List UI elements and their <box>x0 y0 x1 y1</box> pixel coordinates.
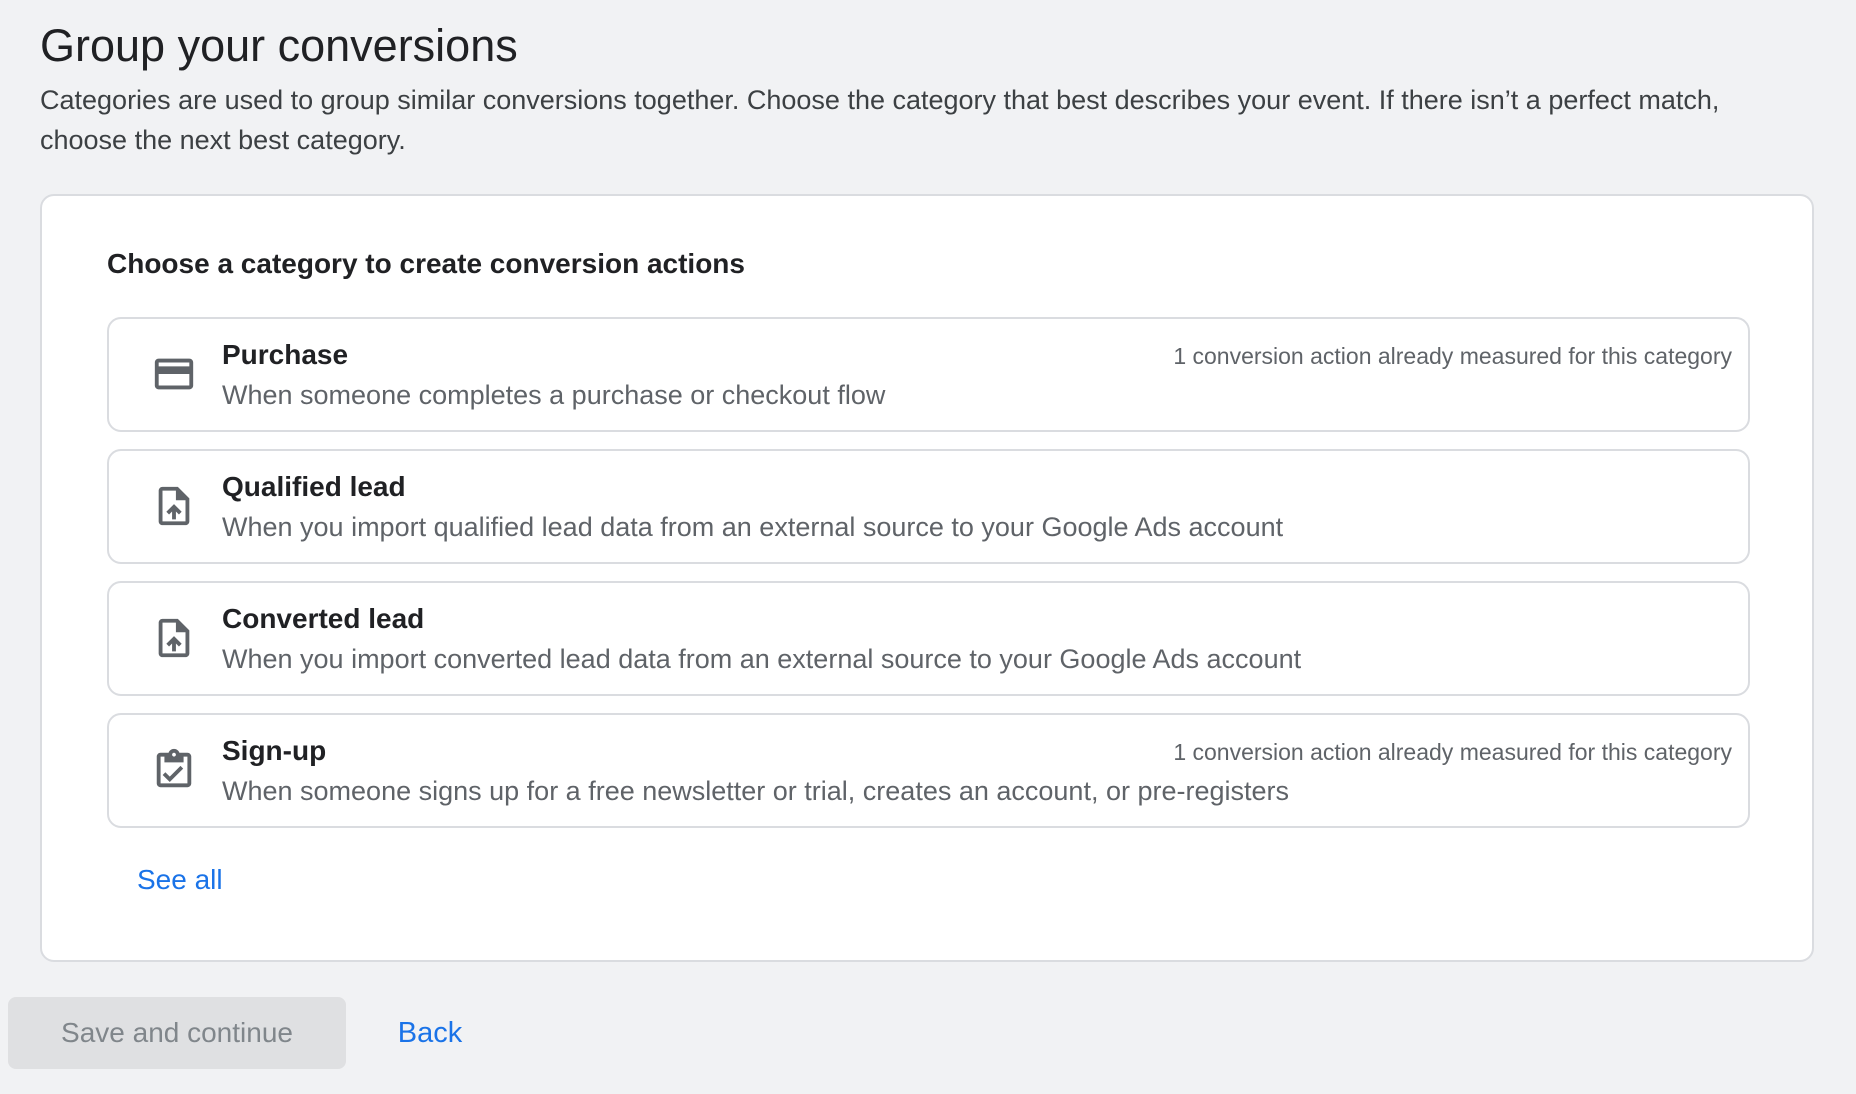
back-button[interactable]: Back <box>370 997 490 1069</box>
card-title: Choose a category to create conversion a… <box>107 248 745 279</box>
option-description: When someone signs up for a free newslet… <box>222 776 1290 806</box>
option-title: Sign-up <box>222 735 327 766</box>
category-option-purchase[interactable]: Purchase When someone completes a purcha… <box>107 317 1750 432</box>
category-option-qualified-lead[interactable]: Qualified lead When you import qualified… <box>107 449 1750 564</box>
save-and-continue-button[interactable]: Save and continue <box>8 997 346 1069</box>
clipboard-check-icon <box>151 747 197 793</box>
option-description: When you import converted lead data from… <box>222 644 1302 674</box>
option-description: When someone completes a purchase or che… <box>222 380 886 410</box>
credit-card-icon <box>151 351 197 397</box>
category-card: Choose a category to create conversion a… <box>40 194 1814 962</box>
category-options: Purchase When someone completes a purcha… <box>107 317 1750 845</box>
option-description: When you import qualified lead data from… <box>222 512 1284 542</box>
category-option-converted-lead[interactable]: Converted lead When you import converted… <box>107 581 1750 696</box>
file-upload-icon <box>151 615 197 661</box>
page-title: Group your conversions <box>40 20 518 71</box>
page-description: Categories are used to group similar con… <box>40 85 1720 155</box>
option-note: 1 conversion action already measured for… <box>1173 739 1732 765</box>
option-title: Purchase <box>222 339 349 370</box>
option-title: Qualified lead <box>222 471 406 502</box>
option-title: Converted lead <box>222 603 425 634</box>
see-all-link[interactable]: See all <box>137 862 223 898</box>
option-note: 1 conversion action already measured for… <box>1173 343 1732 369</box>
file-upload-icon <box>151 483 197 529</box>
category-option-sign-up[interactable]: Sign-up When someone signs up for a free… <box>107 713 1750 828</box>
